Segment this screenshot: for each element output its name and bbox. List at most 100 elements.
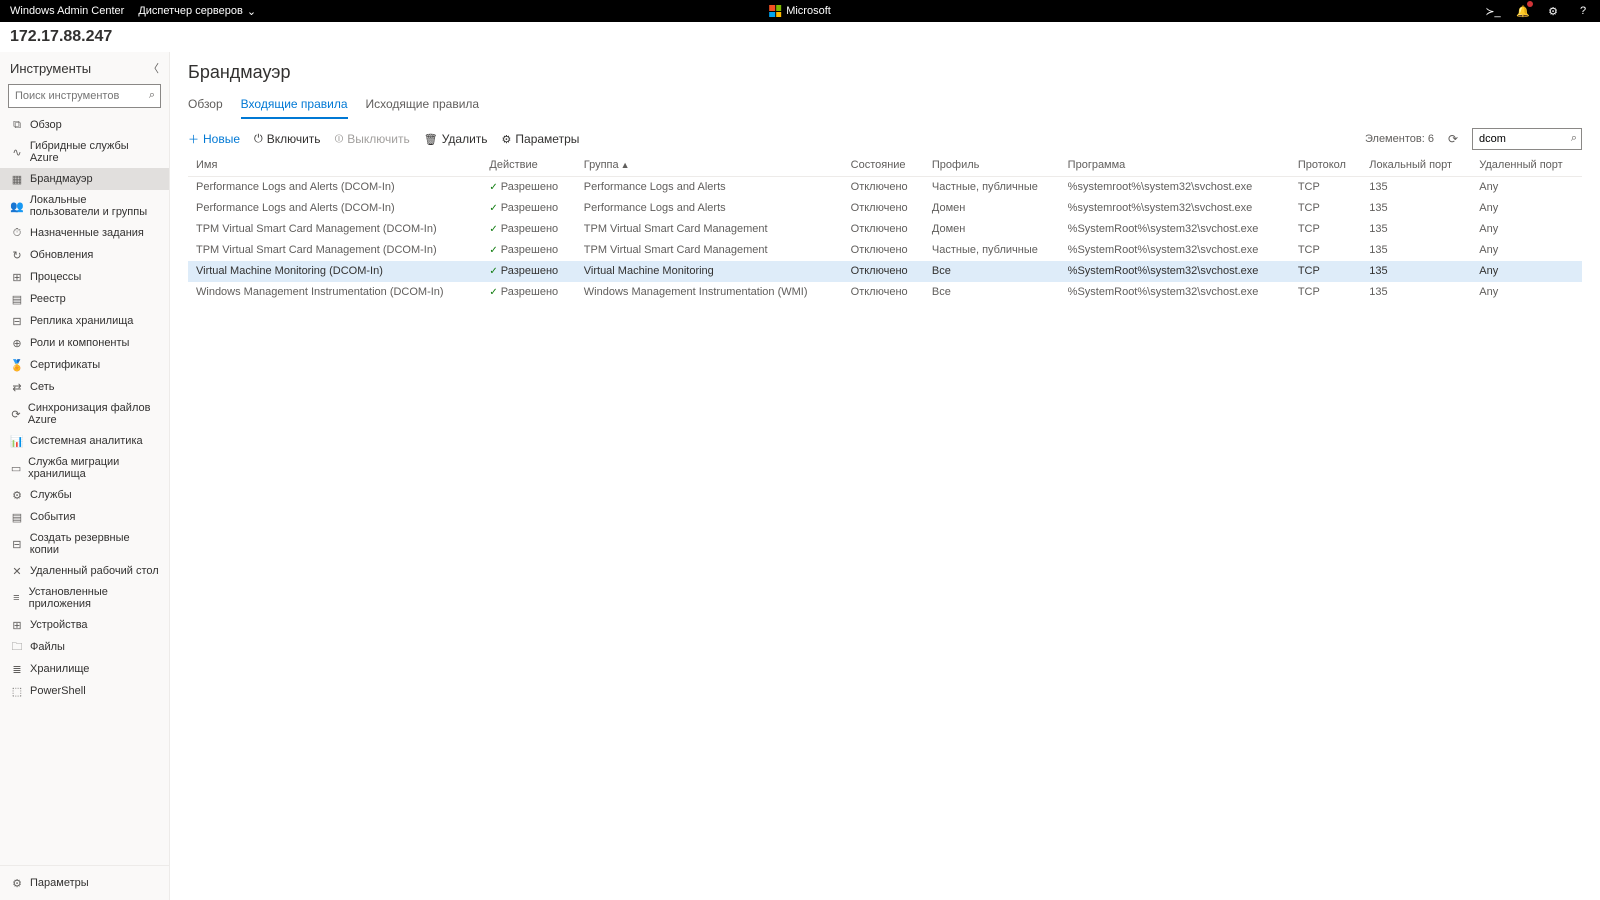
toolbar: ＋Новые ⏻Включить ⏼Выключить 🗑Удалить ⚙Па… bbox=[188, 128, 1582, 150]
refresh-button[interactable]: ⟳ bbox=[1448, 132, 1458, 146]
sidebar-item[interactable]: 🗀Файлы bbox=[0, 636, 169, 658]
tab[interactable]: Исходящие правила bbox=[366, 93, 480, 119]
sidebar-item[interactable]: 📊Системная аналитика bbox=[0, 430, 169, 452]
table-row[interactable]: Windows Management Instrumentation (DCOM… bbox=[188, 282, 1582, 303]
tab[interactable]: Обзор bbox=[188, 93, 223, 119]
check-icon: ✓ bbox=[489, 203, 497, 214]
sidebar-item[interactable]: ≣Хранилище bbox=[0, 658, 169, 680]
table-cell: Домен bbox=[924, 219, 1060, 240]
sidebar-item[interactable]: ↻Обновления bbox=[0, 244, 169, 266]
nav-label: Обновления bbox=[30, 249, 93, 261]
sidebar-collapse-icon[interactable]: 〈 bbox=[148, 60, 159, 76]
table-search-input[interactable] bbox=[1472, 128, 1582, 150]
nav-icon: 📊 bbox=[10, 434, 24, 448]
new-button[interactable]: ＋Новые bbox=[188, 131, 240, 147]
sidebar-item[interactable]: ⧉Обзор bbox=[0, 114, 169, 136]
sidebar-item[interactable]: ≡Установленные приложения bbox=[0, 582, 169, 614]
table-cell: 135 bbox=[1361, 177, 1471, 198]
nav-label: Сеть bbox=[30, 381, 54, 393]
sidebar-item[interactable]: ⊟Создать резервные копии bbox=[0, 528, 169, 560]
sidebar-item[interactable]: ⊟Реплика хранилища bbox=[0, 310, 169, 332]
sidebar-item[interactable]: ⇄Сеть bbox=[0, 376, 169, 398]
connection-dropdown[interactable]: Диспетчер серверов ⌄ bbox=[138, 5, 256, 18]
table-row[interactable]: Performance Logs and Alerts (DCOM-In)✓Ра… bbox=[188, 177, 1582, 198]
notifications-icon[interactable]: 🔔 bbox=[1516, 4, 1530, 18]
column-header[interactable]: Локальный порт bbox=[1361, 154, 1471, 177]
nav-label: Брандмауэр bbox=[30, 173, 93, 185]
table-cell: TCP bbox=[1290, 177, 1361, 198]
table-cell: TPM Virtual Smart Card Management bbox=[576, 240, 843, 261]
column-header[interactable]: Имя bbox=[188, 154, 481, 177]
delete-button[interactable]: 🗑Удалить bbox=[424, 132, 488, 146]
sidebar-footer-settings[interactable]: ⚙ Параметры bbox=[0, 872, 169, 894]
sidebar-item[interactable]: ∿Гибридные службы Azure bbox=[0, 136, 169, 168]
column-header[interactable]: Группа▲ bbox=[576, 154, 843, 177]
sidebar-item[interactable]: ▤События bbox=[0, 506, 169, 528]
column-header[interactable]: Состояние bbox=[843, 154, 924, 177]
connection-label: Диспетчер серверов bbox=[138, 5, 243, 17]
sidebar-item[interactable]: ▤Реестр bbox=[0, 288, 169, 310]
column-header[interactable]: Профиль bbox=[924, 154, 1060, 177]
table-row[interactable]: Performance Logs and Alerts (DCOM-In)✓Ра… bbox=[188, 198, 1582, 219]
table-cell: Virtual Machine Monitoring bbox=[576, 261, 843, 282]
nav-label: События bbox=[30, 511, 75, 523]
table-cell: %SystemRoot%\system32\svchost.exe bbox=[1060, 240, 1290, 261]
chevron-down-icon: ⌄ bbox=[247, 5, 256, 18]
table-row[interactable]: TPM Virtual Smart Card Management (DCOM-… bbox=[188, 240, 1582, 261]
console-icon[interactable]: ≻_ bbox=[1486, 4, 1500, 18]
column-header[interactable]: Протокол bbox=[1290, 154, 1361, 177]
host-bar: 172.17.88.247 bbox=[0, 22, 1600, 52]
sidebar-item[interactable]: ⊞Процессы bbox=[0, 266, 169, 288]
search-icon: ⌕ bbox=[1571, 132, 1577, 145]
table-body: Performance Logs and Alerts (DCOM-In)✓Ра… bbox=[188, 177, 1582, 303]
nav-label: Хранилище bbox=[30, 663, 89, 675]
sidebar-item[interactable]: ⬚PowerShell bbox=[0, 680, 169, 702]
sidebar-item[interactable]: ▭Служба миграции хранилища bbox=[0, 452, 169, 484]
nav-label: Назначенные задания bbox=[30, 227, 144, 239]
help-icon[interactable]: ? bbox=[1576, 4, 1590, 18]
plus-icon: ＋ bbox=[188, 131, 199, 147]
sidebar-item[interactable]: 🏅Сертификаты bbox=[0, 354, 169, 376]
check-icon: ✓ bbox=[489, 245, 497, 256]
table-cell: %SystemRoot%\system32\svchost.exe bbox=[1060, 219, 1290, 240]
nav-icon: ⊞ bbox=[10, 270, 24, 284]
column-header[interactable]: Программа bbox=[1060, 154, 1290, 177]
settings-button[interactable]: ⚙Параметры bbox=[502, 132, 580, 146]
table-cell: Virtual Machine Monitoring (DCOM-In) bbox=[188, 261, 481, 282]
sidebar-item[interactable]: ⏱Назначенные задания bbox=[0, 222, 169, 244]
gear-icon: ⚙ bbox=[10, 876, 24, 890]
sidebar-item[interactable]: 👥Локальные пользователи и группы bbox=[0, 190, 169, 222]
sidebar-item[interactable]: ⊕Роли и компоненты bbox=[0, 332, 169, 354]
enable-button[interactable]: ⏻Включить bbox=[254, 132, 321, 146]
nav-label: Устройства bbox=[30, 619, 88, 631]
table-row[interactable]: TPM Virtual Smart Card Management (DCOM-… bbox=[188, 219, 1582, 240]
column-header[interactable]: Действие bbox=[481, 154, 575, 177]
nav-icon: 🗀 bbox=[10, 640, 24, 654]
sidebar-item[interactable]: ✕Удаленный рабочий стол bbox=[0, 560, 169, 582]
table-cell: Отключено bbox=[843, 177, 924, 198]
disable-button[interactable]: ⏼Выключить bbox=[335, 132, 410, 146]
nav-label: Создать резервные копии bbox=[30, 532, 159, 556]
item-count: Элементов: 6 bbox=[1365, 133, 1434, 145]
table-cell: Отключено bbox=[843, 219, 924, 240]
sidebar-item[interactable]: ⟳Синхронизация файлов Azure bbox=[0, 398, 169, 430]
brand[interactable]: Windows Admin Center bbox=[10, 5, 124, 17]
sidebar-item[interactable]: ⚙Службы bbox=[0, 484, 169, 506]
sidebar-item[interactable]: ▦Брандмауэр bbox=[0, 168, 169, 190]
table-cell: Windows Management Instrumentation (WMI) bbox=[576, 282, 843, 303]
table-row[interactable]: Virtual Machine Monitoring (DCOM-In)✓Раз… bbox=[188, 261, 1582, 282]
sidebar-item[interactable]: ⊞Устройства bbox=[0, 614, 169, 636]
column-header[interactable]: Удаленный порт bbox=[1471, 154, 1582, 177]
table-cell: Все bbox=[924, 282, 1060, 303]
sidebar-search-input[interactable] bbox=[8, 84, 161, 108]
tab[interactable]: Входящие правила bbox=[241, 93, 348, 119]
table-cell: Any bbox=[1471, 282, 1582, 303]
rules-table: ИмяДействиеГруппа▲СостояниеПрофильПрогра… bbox=[188, 154, 1582, 303]
table-cell: ✓Разрешено bbox=[481, 198, 575, 219]
topbar: Windows Admin Center Диспетчер серверов … bbox=[0, 0, 1600, 22]
settings-icon[interactable]: ⚙ bbox=[1546, 4, 1560, 18]
check-icon: ✓ bbox=[489, 287, 497, 298]
table-cell: ✓Разрешено bbox=[481, 219, 575, 240]
table-cell: TPM Virtual Smart Card Management bbox=[576, 219, 843, 240]
nav-label: PowerShell bbox=[30, 685, 86, 697]
